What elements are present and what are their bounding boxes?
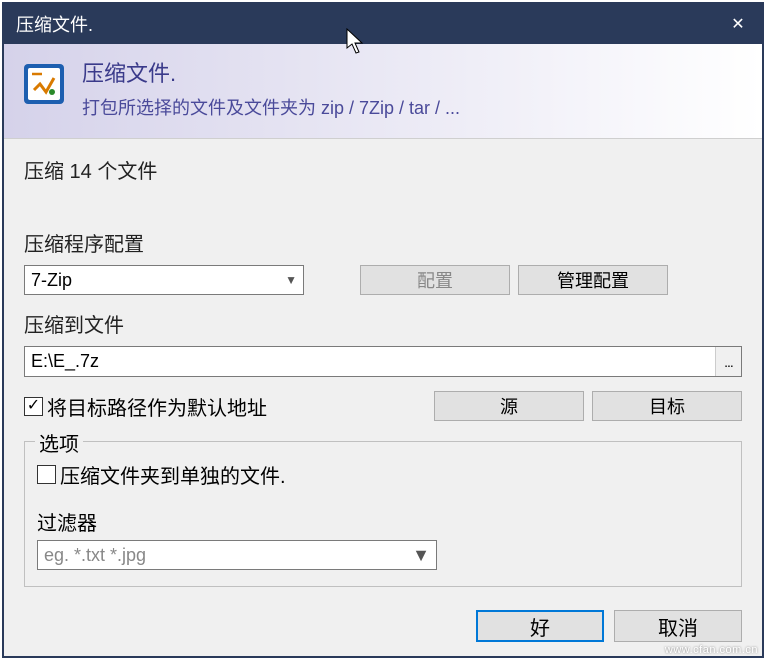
configure-button[interactable]: 配置 bbox=[360, 265, 510, 295]
header-title: 压缩文件. bbox=[82, 56, 460, 88]
profile-select[interactable]: 7-Zip ▼ bbox=[24, 265, 304, 295]
dialog-footer: 好 取消 bbox=[4, 600, 762, 656]
header-band: 压缩文件. 打包所选择的文件及文件夹为 zip / 7Zip / tar / .… bbox=[4, 44, 762, 139]
target-button[interactable]: 目标 bbox=[592, 391, 742, 421]
filter-combobox[interactable]: eg. *.txt *.jpg ▼ bbox=[37, 540, 437, 570]
header-subtitle: 打包所选择的文件及文件夹为 zip / 7Zip / tar / ... bbox=[82, 94, 460, 120]
cancel-button[interactable]: 取消 bbox=[614, 610, 742, 642]
file-count-info: 压缩 14 个文件 bbox=[24, 155, 742, 184]
archive-icon bbox=[20, 60, 68, 108]
destination-path-input[interactable] bbox=[25, 347, 715, 376]
ok-button[interactable]: 好 bbox=[476, 610, 604, 642]
profile-select-value: 7-Zip bbox=[31, 270, 72, 291]
manage-profiles-button[interactable]: 管理配置 bbox=[518, 265, 668, 295]
chevron-down-icon: ▼ bbox=[285, 273, 297, 287]
titlebar: 压缩文件. ✕ bbox=[4, 4, 762, 44]
filter-placeholder: eg. *.txt *.jpg bbox=[44, 545, 146, 566]
browse-button[interactable]: ... bbox=[715, 347, 741, 376]
filter-label: 过滤器 bbox=[37, 507, 729, 536]
dialog-body: 压缩 14 个文件 压缩程序配置 7-Zip ▼ 配置 管理配置 压缩到文件 .… bbox=[4, 139, 762, 600]
source-button[interactable]: 源 bbox=[434, 391, 584, 421]
default-path-checkbox[interactable]: ✓ bbox=[24, 397, 43, 416]
destination-path-row: ... bbox=[24, 346, 742, 377]
per-folder-checkbox[interactable] bbox=[37, 465, 56, 484]
window-title: 压缩文件. bbox=[16, 11, 714, 37]
default-path-label: 将目标路径作为默认地址 bbox=[47, 392, 267, 421]
per-folder-label: 压缩文件夹到单独的文件. bbox=[60, 460, 286, 489]
watermark: www.cfan.com.cn bbox=[665, 644, 758, 656]
close-button[interactable]: ✕ bbox=[714, 4, 762, 44]
options-legend: 选项 bbox=[35, 428, 83, 457]
options-fieldset: 选项 压缩文件夹到单独的文件. 过滤器 eg. *.txt *.jpg ▼ bbox=[24, 441, 742, 587]
destination-label: 压缩到文件 bbox=[24, 309, 742, 338]
dialog-window: 压缩文件. ✕ 压缩文件. 打包所选择的文件及文件夹为 zip / 7Zip /… bbox=[2, 2, 764, 658]
chevron-down-icon: ▼ bbox=[412, 545, 430, 566]
profile-label: 压缩程序配置 bbox=[24, 228, 742, 257]
header-text-block: 压缩文件. 打包所选择的文件及文件夹为 zip / 7Zip / tar / .… bbox=[82, 56, 460, 120]
